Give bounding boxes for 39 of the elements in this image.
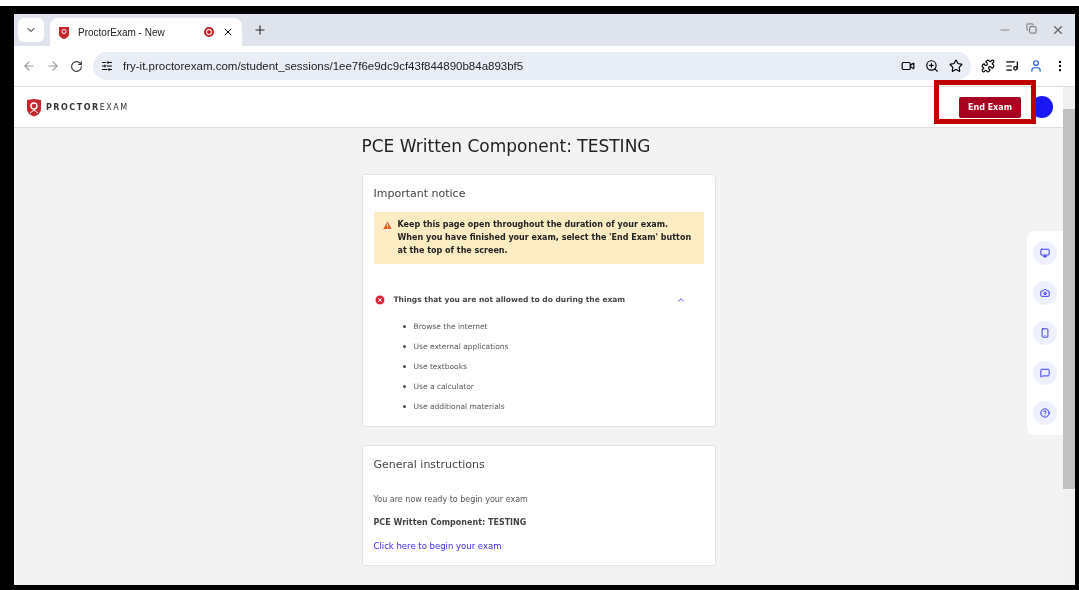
begin-exam-link[interactable]: Click here to begin your exam (373, 541, 704, 552)
forward-icon[interactable] (46, 59, 60, 73)
reload-icon[interactable] (70, 59, 83, 73)
bullet-icon (402, 325, 406, 329)
address-bar[interactable]: fry-it.proctorexam.com/student_sessions/1ee7f6e9dc9cf43f844890b84a893bf5 (93, 52, 971, 80)
bookmark-star-icon[interactable] (949, 59, 963, 73)
media-icon[interactable] (1005, 59, 1019, 73)
screen-share-icon[interactable] (1033, 241, 1057, 265)
shield-logo-icon (26, 97, 42, 117)
zoom-icon[interactable] (925, 59, 939, 73)
close-icon[interactable] (222, 26, 234, 38)
exam-name: PCE Written Component: TESTING (373, 518, 528, 528)
warning-icon (381, 220, 393, 231)
card-heading: General instructions (373, 458, 486, 472)
scrollbar-thumb[interactable] (1063, 109, 1075, 489)
ready-text: You are now ready to begin your exam (373, 495, 529, 505)
bullet-icon (402, 385, 406, 389)
restore-icon[interactable] (1026, 23, 1037, 34)
tab-list-button[interactable] (18, 18, 44, 42)
exam-title: PCE Written Component: TESTING (361, 136, 652, 156)
bullet-icon (402, 365, 406, 369)
logo-text: PROCTOREXAM (46, 102, 129, 112)
recording-icon (204, 27, 214, 37)
bullet-icon (402, 345, 406, 349)
browser-tab[interactable]: ProctorExam - New (50, 18, 242, 46)
warning-text: Keep this page open throughout the duration of your exam. When you have finished your exam, select the 'End Exam' button at the top of the screen. (397, 219, 693, 257)
profile-icon[interactable] (1029, 59, 1043, 73)
error-icon (373, 293, 386, 306)
bullet-icon (402, 405, 406, 409)
help-icon[interactable] (1033, 401, 1057, 425)
shield-logo-icon (58, 25, 70, 39)
camera-icon[interactable] (901, 59, 915, 73)
chat-icon[interactable] (1033, 361, 1057, 385)
site-settings-icon (101, 60, 113, 72)
end-exam-button[interactable]: End Exam (958, 96, 1021, 118)
extensions-icon[interactable] (981, 59, 995, 73)
back-icon[interactable] (22, 59, 36, 73)
card-heading: Important notice (373, 187, 467, 200)
phone-icon[interactable] (1033, 321, 1057, 345)
